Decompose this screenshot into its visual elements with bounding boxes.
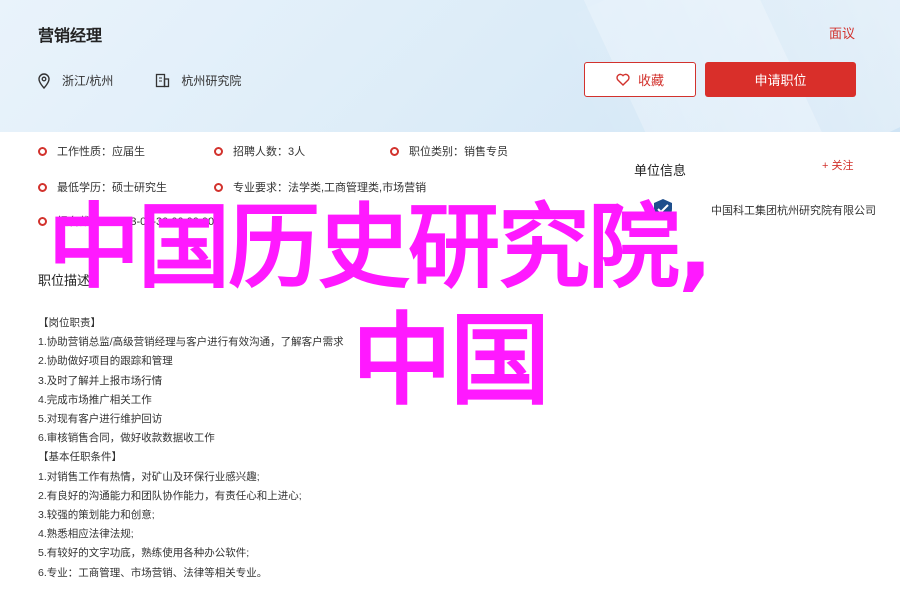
description-line: 【岗位职责】 <box>38 317 101 329</box>
location-pin-icon <box>38 72 52 89</box>
description-heading: 职位描述 <box>38 273 91 288</box>
attr-job-nature: 工作性质：应届生 <box>38 143 145 159</box>
description-line: 4.熟悉相应法律法规; <box>38 528 134 541</box>
company-name-link[interactable]: 中国科工集团杭州研究院有限公司 <box>711 202 876 218</box>
job-description: 【岗位职责】 1.协助营销总监/高级营销经理与客户进行有效沟通，了解客户需求 2… <box>38 314 598 583</box>
company-info-title: 单位信息 <box>634 163 687 178</box>
attr-category: 职位类别：销售专员 <box>390 143 508 159</box>
attr-education: 最低学历：硕士研究生 <box>38 179 167 195</box>
bullet-icon <box>390 146 399 156</box>
follow-button[interactable]: + 关注 <box>822 157 853 173</box>
description-line: 5.有较好的文字功底，熟练使用各种办公软件; <box>38 547 250 560</box>
bullet-icon <box>38 182 47 192</box>
salary-label: 面议 <box>828 26 855 41</box>
description-line: 2.有良好的沟通能力和团队协作能力，有责任心和上进心; <box>38 489 302 502</box>
description-line: 【基本任职条件】 <box>38 451 122 464</box>
bullet-icon <box>38 146 47 156</box>
bullet-icon <box>214 182 223 192</box>
description-line: 6.专业：工商管理、市场营销、法律等相关专业。 <box>38 566 268 579</box>
description-line: 6.审核销售合同，做好收款数据收工作 <box>38 432 215 445</box>
company-text: 杭州研究院 <box>181 74 242 88</box>
bullet-icon <box>214 146 223 156</box>
bullet-icon <box>38 216 47 226</box>
company-logo-icon <box>651 197 675 221</box>
apply-button[interactable]: 申请职位 <box>705 62 856 97</box>
description-line: 2.协助做好项目的跟踪和管理 <box>38 355 173 368</box>
job-detail-page: 营销经理 面议 浙江/杭州 杭州研究院 收藏 申请职位 工作性质：应届生 招聘人… <box>0 0 900 589</box>
favorite-button[interactable]: 收藏 <box>584 62 696 97</box>
description-line: 1.对销售工作有热情，对矿山及环保行业感兴趣; <box>38 470 260 483</box>
attr-major: 专业要求：法学类,工商管理类,市场营销 <box>214 179 426 195</box>
attr-headcount: 招聘人数：3人 <box>214 143 305 159</box>
location-text: 浙江/杭州 <box>62 74 114 88</box>
overlay-headline: 中国历史研究院, <box>48 194 713 301</box>
job-meta: 浙江/杭州 杭州研究院 <box>38 72 241 89</box>
description-line: 4.完成市场推广相关工作 <box>38 393 152 406</box>
heart-icon <box>616 73 630 86</box>
favorite-label: 收藏 <box>637 73 664 88</box>
description-line: 5.对现有客户进行维护回访 <box>38 413 163 426</box>
job-title: 营销经理 <box>38 28 103 45</box>
building-icon <box>155 73 171 89</box>
description-line: 3.较强的策划能力和创意; <box>38 509 155 522</box>
description-line: 3.及时了解并上报市场行情 <box>38 374 163 387</box>
job-header: 营销经理 面议 浙江/杭州 杭州研究院 收藏 申请职位 <box>0 0 900 132</box>
attr-deadline: 报名截止：2023-06-30 00:00:00 <box>38 213 214 229</box>
description-line: 1.协助营销总监/高级营销经理与客户进行有效沟通，了解客户需求 <box>38 336 344 349</box>
